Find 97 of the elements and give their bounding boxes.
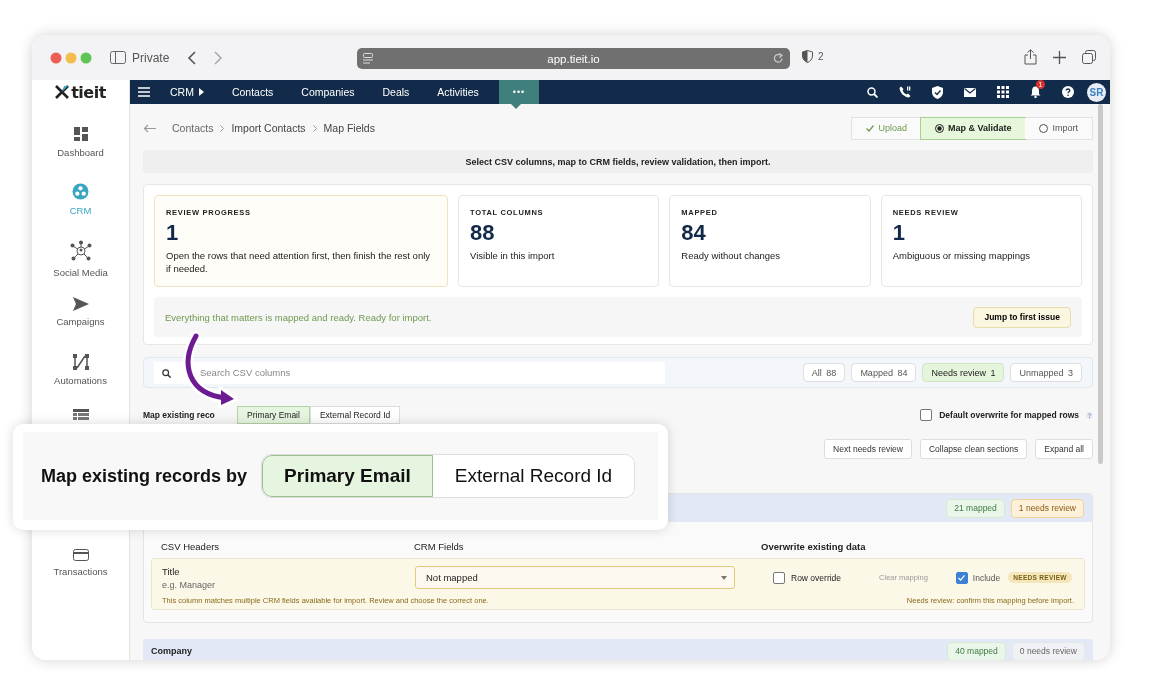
chevron-icon (220, 124, 225, 132)
sidebar-toggle-icon[interactable] (110, 51, 126, 64)
new-tab-icon[interactable] (1053, 50, 1066, 64)
sidebar-item[interactable]: Campaigns (35, 289, 126, 346)
logo-text: tieit (71, 82, 106, 102)
action-button[interactable]: Next needs review (824, 439, 912, 459)
filter-chip[interactable]: Needs review 1 (922, 363, 1005, 382)
card-icon (72, 549, 89, 561)
column-header: CRM Fields (414, 541, 465, 552)
step-tab[interactable]: Map & Validate (920, 117, 1026, 139)
count-badge: 21 mapped (946, 498, 1005, 518)
radio-empty-icon (1039, 123, 1049, 133)
paper-plane-icon (72, 297, 89, 311)
breadcrumb-link[interactable]: Import Contacts (231, 122, 306, 134)
sidebar-item[interactable]: Dashboard (35, 118, 126, 175)
checkbox[interactable] (955, 571, 968, 584)
card-value: 88 (470, 220, 496, 246)
checkbox[interactable] (920, 409, 933, 421)
column-header: Overwrite existing data (761, 541, 867, 552)
nav-item[interactable]: ••• (498, 80, 540, 104)
count-badge: 0 needs review (1011, 641, 1085, 660)
user-avatar[interactable]: SR (1087, 82, 1106, 102)
breadcrumb-current: Map Fields (323, 122, 375, 134)
sidebar-item[interactable]: Automations (35, 346, 126, 403)
jump-button[interactable]: Jump to first issue (973, 306, 1071, 328)
checkbox-label: Row override (791, 572, 842, 583)
sidebar-item[interactable]: Transactions (35, 541, 126, 598)
csv-header: Title (162, 565, 181, 577)
chevron-icon (312, 124, 317, 132)
tracker-count: 2 (818, 51, 824, 62)
reload-icon[interactable] (773, 53, 784, 64)
card-note: Ready without changes (681, 249, 782, 262)
segment-option[interactable]: Primary Email (237, 406, 310, 424)
shield-check-icon[interactable] (932, 85, 943, 99)
filter-chip[interactable]: Unmapped 3 (1010, 363, 1082, 382)
card-note: Open the rows that need attention first, then finish the rest only if needed. (166, 249, 432, 275)
network-icon (69, 240, 92, 262)
apps-grid-icon[interactable] (997, 86, 1009, 98)
dashboard-icon (72, 126, 89, 142)
table-icon (72, 409, 89, 421)
status-message: Everything that matters is mapped and ready. Ready for import. (165, 311, 432, 323)
check-icon (958, 574, 966, 581)
filter-chip[interactable]: Mapped 84 (851, 363, 917, 382)
address-bar[interactable]: app.tieit.io (357, 48, 790, 69)
back-icon[interactable] (187, 50, 198, 65)
filter-chip[interactable]: All 88 (802, 363, 846, 382)
card-note: Ambiguous or missing mappings (892, 249, 1031, 262)
breadcrumb-link[interactable]: Contacts (172, 122, 214, 134)
people-circle-icon (72, 183, 89, 200)
private-label: Private (132, 50, 170, 65)
shield-icon[interactable] (802, 50, 813, 63)
bell-icon[interactable] (1030, 86, 1041, 98)
caret-icon (198, 88, 204, 96)
count-badge: 1 needs review (1010, 498, 1084, 518)
search-field[interactable]: Search CSV columns (154, 361, 665, 384)
menu-icon[interactable] (138, 87, 150, 97)
help-icon[interactable] (1062, 86, 1074, 98)
example-value: e.g. Manager (162, 579, 217, 590)
checkbox-label: Default overwrite for mapped rows (939, 410, 1079, 420)
step-tab[interactable]: Import (1025, 117, 1092, 139)
crm-field-select[interactable]: Not mapped (415, 566, 735, 589)
search-icon[interactable] (867, 86, 878, 98)
callout-label: Map existing records by (41, 465, 248, 487)
nav-item[interactable]: Contacts (217, 80, 288, 104)
column-header: CSV Headers (161, 541, 221, 552)
share-icon[interactable] (1024, 49, 1037, 65)
card-note: Visible in this import (470, 249, 556, 262)
mail-icon[interactable] (964, 87, 976, 97)
page-icon (363, 53, 373, 64)
checkbox-label: Include (972, 572, 1001, 583)
phone-icon[interactable] (899, 86, 911, 98)
back-arrow-icon[interactable] (143, 123, 157, 133)
count-badge: 40 mapped (947, 641, 1006, 660)
nav-item[interactable]: CRM (156, 80, 218, 104)
section-title: Company (151, 646, 192, 656)
action-button[interactable]: Collapse clean sections (920, 439, 1028, 459)
check-icon (866, 124, 875, 132)
card-value: 84 (681, 220, 707, 246)
search-icon (162, 368, 171, 378)
workflow-icon (72, 354, 89, 370)
logo-icon (55, 85, 70, 99)
card-value: 1 (166, 220, 180, 246)
window-controls[interactable] (50, 51, 94, 64)
nav-item[interactable]: Activities (423, 80, 493, 104)
instruction-bar: Select CSV columns, map to CRM fields, review validation, then import. (143, 150, 1093, 173)
action-button[interactable]: Expand all (1035, 439, 1093, 459)
tabs-icon[interactable] (1082, 50, 1096, 64)
segment-option[interactable]: External Record Id (309, 406, 401, 424)
nav-item[interactable]: Deals (368, 80, 424, 104)
dropdown-caret-icon (721, 575, 727, 580)
segment-option[interactable]: Primary Email (262, 455, 433, 497)
nav-item[interactable]: Companies (287, 80, 369, 104)
sidebar-item[interactable]: Social Media (35, 232, 126, 289)
checkbox[interactable] (773, 571, 785, 584)
match-label: Map existing reco (143, 410, 216, 420)
radio-selected-icon (934, 123, 944, 133)
card-value: 1 (892, 220, 906, 246)
